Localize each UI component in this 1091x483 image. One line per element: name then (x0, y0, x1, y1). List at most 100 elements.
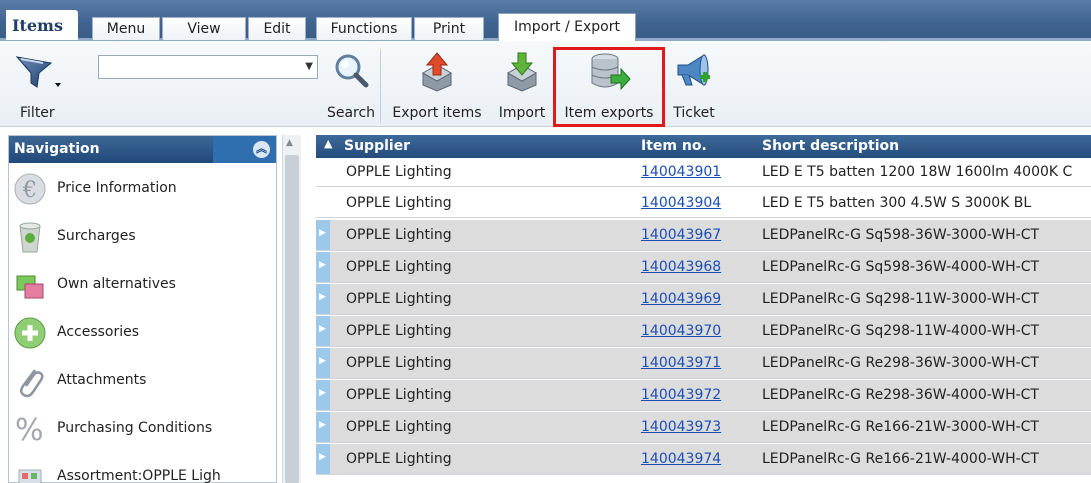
nav-item-attachments[interactable]: Attachments (9, 358, 276, 406)
sort-ascending-icon[interactable]: ▲ (324, 137, 332, 150)
tab-view[interactable]: View (162, 17, 246, 40)
column-header-supplier[interactable]: Supplier (344, 138, 410, 154)
toolbar: Filter ▼ Search Export items Import Item… (0, 41, 1091, 127)
row-selector[interactable]: ▶ (316, 220, 330, 250)
table-row[interactable]: OPPLE Lighting 140043901 LED E T5 batten 1… (316, 158, 1091, 187)
import-button[interactable]: Import (494, 41, 550, 127)
cell-item-no-link[interactable]: 140043968 (641, 259, 721, 275)
cell-short-description: LEDPanelRc-G Sq598-36W-4000-WH-CT (762, 259, 1040, 275)
megaphone-icon (677, 54, 710, 86)
row-arrow-icon: ▶ (319, 420, 326, 430)
row-selector[interactable]: ▶ (316, 252, 330, 282)
nav-item-label: Purchasing Conditions (57, 420, 213, 436)
toolbar-separator (380, 49, 381, 123)
cell-item-no-link[interactable]: 140043973 (641, 419, 721, 435)
table-row[interactable]: ▶ OPPLE Lighting 140043970 LEDPanelRc-G Sq2… (316, 316, 1091, 347)
search-combo[interactable]: ▼ (98, 55, 318, 79)
magnifier-icon (335, 54, 369, 88)
nav-item-assortment[interactable]: Assortment:OPPLE Ligh (9, 454, 276, 483)
table-row[interactable]: ▶ OPPLE Lighting 140043967 LEDPanelRc-G Sq5… (316, 220, 1091, 251)
row-arrow-icon: ▶ (319, 356, 326, 366)
cell-supplier: OPPLE Lighting (346, 195, 452, 211)
svg-text:€: € (22, 178, 37, 203)
ticket-button[interactable]: Ticket (666, 41, 722, 127)
cell-item-no-link[interactable]: 140043971 (641, 355, 721, 371)
tab-edit[interactable]: Edit (248, 17, 306, 40)
cell-short-description: LED E T5 batten 300 4.5W S 3000K BL (762, 195, 1032, 211)
export-items-label: Export items (392, 105, 482, 121)
funnel-icon (15, 56, 61, 88)
cell-supplier: OPPLE Lighting (346, 259, 452, 275)
cell-item-no-link[interactable]: 140043974 (641, 451, 721, 467)
cell-item-no-link[interactable]: 140043972 (641, 387, 721, 403)
nav-item-purchasing-conditions[interactable]: % Purchasing Conditions (9, 406, 276, 454)
cell-supplier: OPPLE Lighting (346, 164, 452, 180)
navigation-scrollbar[interactable]: ▲ (282, 135, 301, 483)
plus-circle-icon (14, 317, 46, 349)
row-arrow-icon: ▶ (319, 324, 326, 334)
alternatives-icon (16, 275, 44, 299)
table-row[interactable]: ▶ OPPLE Lighting 140043969 LEDPanelRc-G Sq2… (316, 284, 1091, 315)
percent-icon: % (15, 413, 44, 446)
navigation-title: Navigation (14, 141, 100, 157)
app-title: Items (6, 10, 78, 40)
search-button[interactable]: Search (322, 41, 380, 127)
row-arrow-icon: ▶ (319, 292, 326, 302)
row-selector[interactable]: ▶ (316, 380, 330, 410)
filter-label: Filter (20, 105, 55, 121)
table-row[interactable]: OPPLE Lighting 140043904 LED E T5 batten 3… (316, 189, 1091, 218)
row-selector[interactable]: ▶ (316, 284, 330, 314)
cell-supplier: OPPLE Lighting (346, 387, 452, 403)
row-selector[interactable]: ▶ (316, 348, 330, 378)
cell-supplier: OPPLE Lighting (346, 355, 452, 371)
table-row[interactable]: ▶ OPPLE Lighting 140043971 LEDPanelRc-G Re2… (316, 348, 1091, 379)
nav-item-label: Accessories (57, 324, 140, 340)
grid-header: ▲ Supplier Item no. Short description (316, 135, 1091, 158)
trash-bin-icon (19, 222, 41, 253)
cell-supplier: OPPLE Lighting (346, 451, 452, 467)
export-icon (421, 52, 453, 92)
tab-import-export[interactable]: Import / Export (498, 13, 636, 41)
nav-item-price-information[interactable]: € Price Information (9, 166, 276, 214)
nav-item-label: Price Information (57, 180, 177, 196)
cell-item-no-link[interactable]: 140043967 (641, 227, 721, 243)
cell-supplier: OPPLE Lighting (346, 227, 452, 243)
tab-menu[interactable]: Menu (92, 17, 160, 40)
row-selector[interactable]: ▶ (316, 444, 330, 474)
tab-print[interactable]: Print (414, 17, 484, 40)
cell-short-description: LEDPanelRc-G Sq598-36W-3000-WH-CT (762, 227, 1040, 243)
nav-item-own-alternatives[interactable]: Own alternatives (9, 262, 276, 310)
ticket-label: Ticket (673, 105, 715, 121)
cell-item-no-link[interactable]: 140043969 (641, 291, 721, 307)
scrollbar-thumb[interactable] (285, 155, 299, 483)
table-row[interactable]: ▶ OPPLE Lighting 140043972 LEDPanelRc-G Re2… (316, 380, 1091, 411)
search-label: Search (326, 105, 376, 121)
euro-icon: € (14, 173, 46, 205)
export-items-button[interactable]: Export items (384, 41, 490, 127)
nav-item-label: Attachments (57, 372, 147, 388)
column-header-short-description[interactable]: Short description (762, 138, 899, 154)
row-arrow-icon: ▶ (319, 228, 326, 238)
collapse-icon[interactable]: ︽ (253, 141, 270, 158)
cell-item-no-link[interactable]: 140043904 (641, 195, 721, 211)
table-row[interactable]: ▶ OPPLE Lighting 140043973 LEDPanelRc-G Re1… (316, 412, 1091, 443)
row-arrow-icon: ▶ (319, 388, 326, 398)
row-selector[interactable]: ▶ (316, 316, 330, 346)
nav-item-surcharges[interactable]: Surcharges (9, 214, 276, 262)
cell-short-description: LEDPanelRc-G Re166-21W-3000-WH-CT (762, 419, 1039, 435)
filter-button[interactable]: Filter (0, 41, 95, 127)
column-header-item-no[interactable]: Item no. (641, 138, 707, 154)
table-row[interactable]: ▶ OPPLE Lighting 140043968 LEDPanelRc-G Sq5… (316, 252, 1091, 283)
chevron-down-icon[interactable]: ▼ (305, 61, 313, 72)
cell-item-no-link[interactable]: 140043970 (641, 323, 721, 339)
assortment-icon (18, 469, 42, 483)
row-selector[interactable]: ▶ (316, 412, 330, 442)
scroll-up-icon[interactable]: ▲ (286, 138, 293, 148)
nav-item-accessories[interactable]: Accessories (9, 310, 276, 358)
tab-functions[interactable]: Functions (316, 17, 412, 40)
row-arrow-icon: ▶ (319, 452, 326, 462)
cell-item-no-link[interactable]: 140043901 (641, 164, 721, 180)
table-row[interactable]: ▶ OPPLE Lighting 140043974 LEDPanelRc-G Re1… (316, 444, 1091, 475)
cell-short-description: LEDPanelRc-G Re166-21W-4000-WH-CT (762, 451, 1039, 467)
cell-short-description: LEDPanelRc-G Sq298-11W-4000-WH-CT (762, 323, 1040, 339)
